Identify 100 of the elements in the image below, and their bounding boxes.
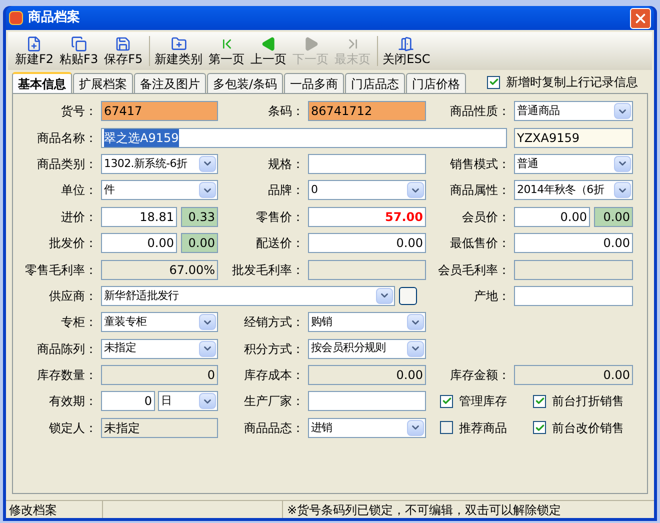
toolbar-icon [398, 36, 414, 52]
checkbox[interactable] [440, 421, 453, 434]
margin-field[interactable]: 0.00 [594, 206, 633, 227]
checkbox-label: 新增时复制上行记录信息 [506, 74, 638, 91]
field-label: 货号： [61, 103, 98, 120]
field-label: 批发毛利率： [232, 262, 305, 279]
field-label: 条码： [268, 103, 305, 120]
status-text: ※货号条码列已锁定，不可编辑，双击可以解除锁定 [286, 502, 562, 518]
field-label: 有效期： [49, 393, 98, 410]
input-field[interactable] [514, 286, 633, 306]
toolbar-icon [26, 36, 42, 52]
tab[interactable]: 扩展档案 [73, 73, 133, 93]
toolbar-button[interactable]: 关闭ESC [382, 36, 432, 66]
field-label: 销售模式： [450, 156, 511, 173]
tab[interactable]: 基本信息 [12, 72, 72, 93]
field-label: 库存数量： [37, 367, 98, 384]
checkbox[interactable] [533, 421, 546, 434]
field-label: 商品品态： [244, 420, 305, 437]
input-field[interactable] [308, 154, 426, 174]
checkbox[interactable] [487, 76, 500, 88]
field-label: 进价： [61, 208, 98, 226]
close-button[interactable] [630, 8, 651, 28]
field-label: 配送价： [256, 235, 305, 252]
checkbox[interactable] [440, 394, 453, 408]
dropdown[interactable]: 未指定 [101, 338, 218, 359]
toolbar-button[interactable]: 粘贴F3 [58, 36, 100, 66]
dropdown[interactable]: 0 [308, 180, 426, 200]
input-field[interactable]: YZXA9159 [514, 128, 633, 148]
input-field[interactable]: 0 [101, 391, 155, 412]
field-label: 商品类别： [37, 156, 98, 173]
margin-field[interactable]: 0.00 [181, 233, 218, 254]
input-field[interactable]: 86741712 [308, 101, 426, 122]
input-field[interactable]: 67.00% [101, 260, 218, 280]
status-text: 修改档案 [6, 501, 103, 518]
input-field[interactable]: 未指定 [101, 418, 218, 438]
dropdown[interactable]: 进销 [308, 418, 426, 438]
input-field[interactable]: 0.00 [514, 233, 633, 254]
input-field[interactable]: 0.00 [308, 233, 426, 254]
input-field[interactable]: 57.00 [308, 206, 426, 227]
checkbox-label: 前台改价销售 [552, 420, 624, 437]
field-label: 锁定人： [49, 420, 98, 437]
field-label: 生产厂家： [244, 393, 305, 410]
window-title: 商品档案 [28, 8, 81, 28]
field-label: 商品名称： [37, 130, 98, 147]
field-label: 批发价： [49, 235, 98, 252]
tab[interactable]: 门店品态 [345, 73, 406, 93]
dropdown[interactable]: 按会员积分规则 [308, 338, 426, 359]
input-field[interactable]: 0.00 [308, 365, 426, 386]
margin-field[interactable]: 0.33 [181, 206, 218, 227]
field-label: 库存成本： [244, 367, 305, 384]
toolbar-icon [260, 36, 277, 52]
checkbox-label: 推荐商品 [459, 420, 507, 437]
field-label: 专柜： [61, 314, 98, 332]
field-label: 供应商： [49, 288, 98, 305]
input-field[interactable]: 0.00 [514, 206, 590, 227]
field-label: 商品性质： [450, 103, 511, 120]
field-label: 商品属性： [450, 182, 511, 200]
dropdown[interactable]: 新华舒适批发行 [101, 286, 396, 306]
field-label: 产地： [474, 288, 511, 305]
field-label: 品牌： [268, 182, 305, 200]
checkbox-label: 前台打折销售 [552, 393, 624, 410]
dropdown[interactable]: 购销 [308, 312, 426, 332]
tab[interactable]: 一品多商 [284, 73, 344, 93]
input-field[interactable]: 翠之选A9159 [101, 128, 507, 148]
checkbox-label: 管理库存 [459, 393, 507, 410]
input-field[interactable] [514, 260, 633, 280]
field-label: 会员毛利率： [438, 262, 511, 279]
toolbar-icon [115, 36, 132, 52]
browse-button[interactable] [399, 286, 417, 305]
dropdown[interactable]: 普通商品 [514, 101, 633, 122]
input-field[interactable]: 0.00 [101, 233, 177, 254]
toolbar-button[interactable]: 新建类别 [154, 36, 204, 66]
dropdown[interactable]: 日 [158, 391, 218, 412]
tab[interactable]: 备注及图片 [134, 73, 206, 93]
toolbar-button[interactable]: 保存F5 [103, 36, 144, 66]
toolbar-button[interactable]: 新建F2 [14, 36, 55, 66]
dropdown[interactable]: 普通 [514, 154, 633, 174]
field-label: 零售毛利率： [25, 262, 98, 279]
field-label: 零售价： [256, 208, 305, 226]
toolbar-icon [70, 36, 87, 52]
checkbox[interactable] [533, 394, 546, 408]
toolbar-icon [170, 36, 187, 52]
tab[interactable]: 多包装/条码 [207, 73, 284, 93]
toolbar-button[interactable]: 第一页 [208, 36, 246, 66]
input-field[interactable] [308, 260, 426, 280]
field-label: 库存金额： [450, 367, 511, 384]
field-label: 经销方式： [244, 314, 305, 332]
input-field[interactable]: 0.00 [514, 365, 633, 386]
input-field[interactable]: 18.81 [101, 206, 177, 227]
input-field[interactable]: 67417 [101, 101, 218, 122]
field-label: 商品陈列： [37, 340, 98, 358]
field-label: 最低售价： [450, 235, 511, 252]
input-field[interactable] [308, 391, 426, 412]
input-field[interactable]: 0 [101, 365, 218, 386]
tab[interactable]: 门店价格 [406, 73, 466, 93]
dropdown[interactable]: 1302.新系统-6折 [101, 154, 218, 174]
dropdown[interactable]: 童装专柜 [101, 312, 218, 332]
dropdown[interactable]: 2014年秋冬（6折 [514, 180, 633, 200]
dropdown[interactable]: 件 [101, 180, 218, 200]
toolbar-button[interactable]: 上一页 [250, 36, 288, 66]
